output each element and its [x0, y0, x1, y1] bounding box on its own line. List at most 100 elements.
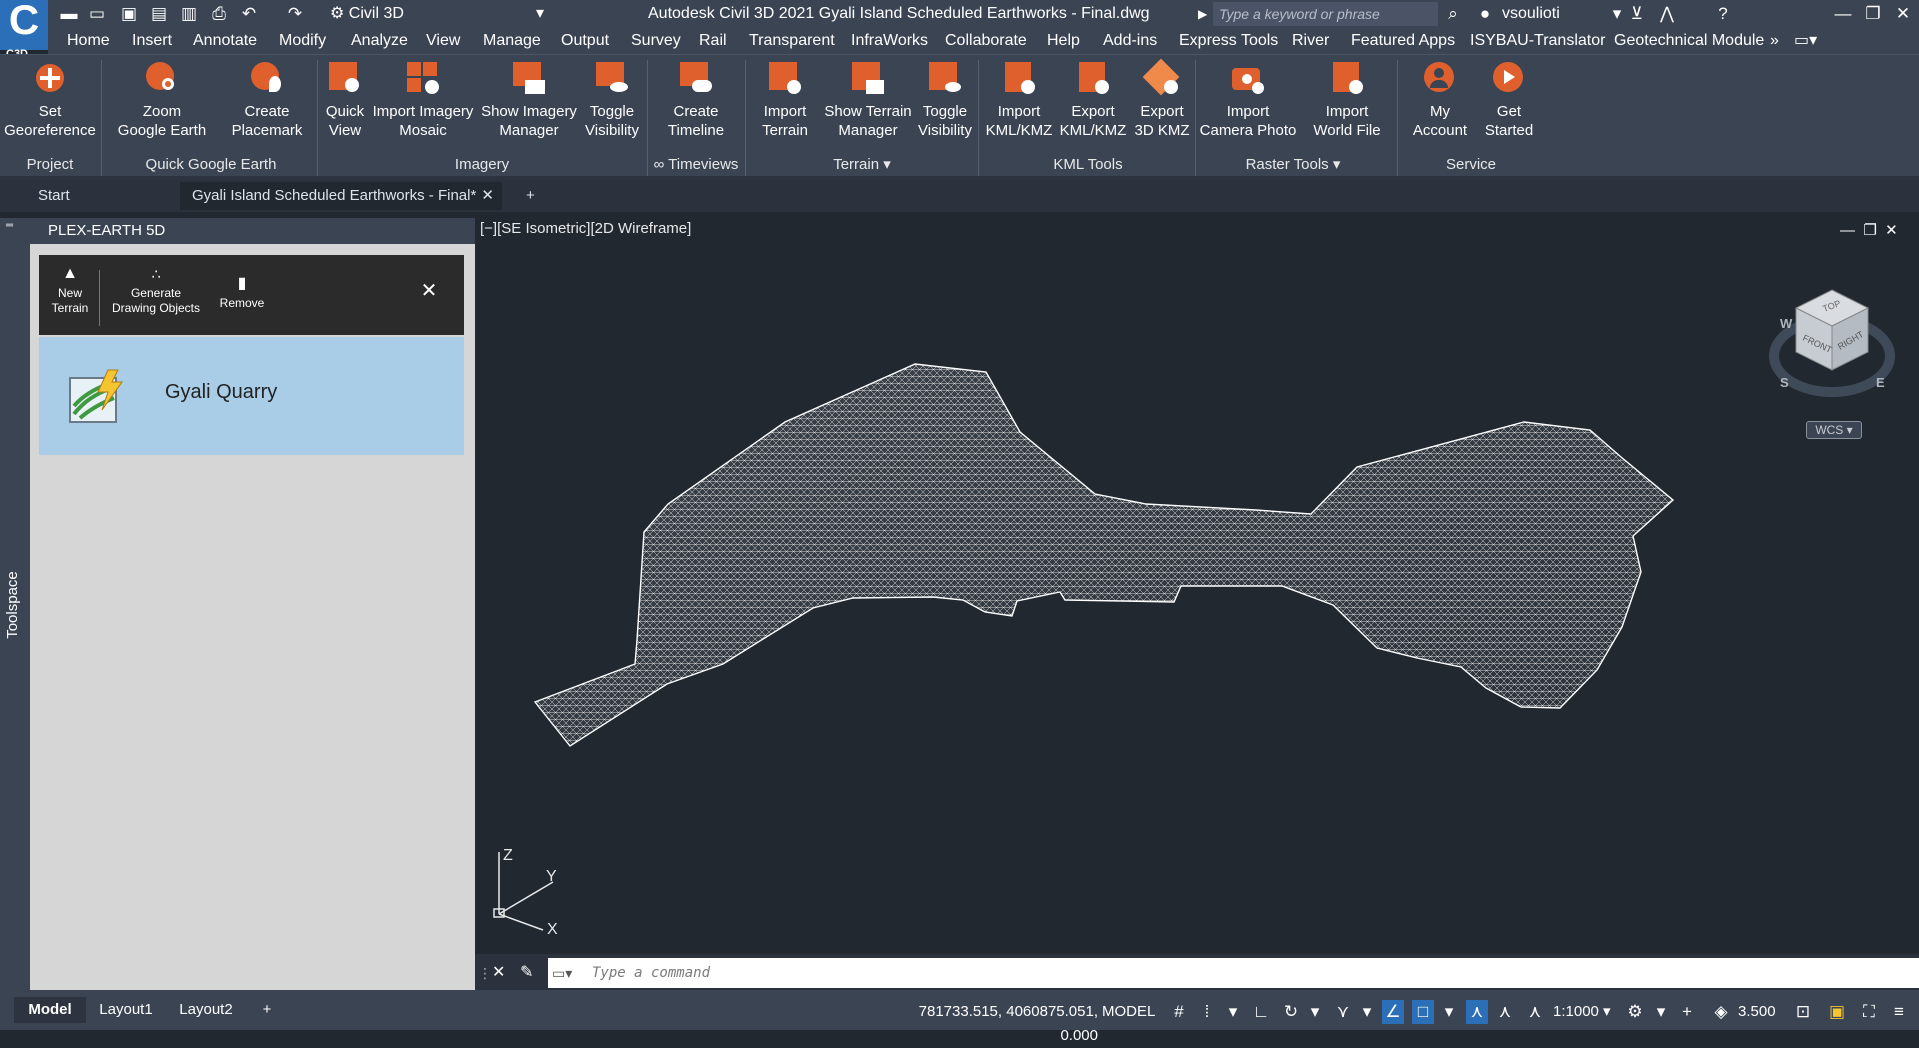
chevron-down-icon[interactable]: ▾: [1356, 1000, 1378, 1024]
show-terrain-manager-button[interactable]: Show Terrain Manager: [820, 60, 916, 148]
tab-modify[interactable]: Modify: [279, 30, 326, 52]
tab-geotechnical-module[interactable]: Geotechnical Module: [1614, 30, 1764, 52]
command-history-icon[interactable]: ▭▾: [552, 962, 588, 984]
chevron-down-icon[interactable]: ▾: [1304, 1000, 1326, 1024]
tab-add-ins[interactable]: Add-ins: [1103, 30, 1157, 52]
viewcube[interactable]: TOP FRONT RIGHT W S E: [1760, 280, 1900, 410]
cart-icon[interactable]: ⊻: [1626, 4, 1648, 24]
tab-insert[interactable]: Insert: [132, 30, 172, 52]
close-icon[interactable]: ✕: [1890, 3, 1916, 25]
chevron-right-icon[interactable]: ▶: [1198, 3, 1210, 25]
create-timeline-button[interactable]: Create Timeline: [652, 60, 740, 148]
publish-icon[interactable]: ▥: [178, 4, 200, 24]
isolate-objects-icon[interactable]: ⊡: [1792, 1000, 1814, 1024]
tab-featured-apps[interactable]: Featured Apps: [1351, 30, 1455, 52]
chevron-down-icon[interactable]: ▾: [1606, 4, 1628, 24]
toggle-terrain-visibility-button[interactable]: Toggle Visibility: [916, 60, 974, 148]
import-terrain-button[interactable]: Import Terrain: [750, 60, 820, 148]
terrain-wireframe[interactable]: Z Y X: [475, 212, 1919, 954]
new-file-icon[interactable]: ▬: [58, 4, 80, 24]
plot-icon[interactable]: ⎙: [208, 4, 230, 24]
help-icon[interactable]: ?: [1712, 4, 1734, 24]
chevron-down-icon[interactable]: ▾: [1222, 1000, 1244, 1024]
user-name[interactable]: vsoulioti: [1502, 3, 1622, 25]
compass-w-label[interactable]: W: [1780, 316, 1793, 331]
tab-output[interactable]: Output: [561, 30, 609, 52]
quick-view-button[interactable]: Quick View: [320, 60, 370, 148]
annotation-scale-value[interactable]: 3.500: [1738, 1000, 1788, 1024]
layer-icon[interactable]: ◈: [1710, 1000, 1732, 1024]
grip-icon[interactable]: ═: [6, 221, 22, 231]
new-tab-button[interactable]: +: [514, 182, 544, 210]
export-3d-kmz-button[interactable]: Export 3D KMZ: [1130, 58, 1194, 148]
show-imagery-manager-button[interactable]: Show Imagery Manager: [478, 60, 580, 148]
toolspace-label[interactable]: Toolspace: [3, 560, 23, 650]
tab-model[interactable]: Model: [14, 997, 86, 1023]
tab-annotate[interactable]: Annotate: [193, 30, 257, 52]
annotation-scale-icon[interactable]: ⋏: [1524, 1000, 1546, 1024]
tab-isybau-translator[interactable]: ISYBAU-Translator: [1470, 30, 1605, 52]
search-icon[interactable]: ⌕: [1442, 4, 1464, 24]
import-world-file-button[interactable]: Import World File: [1306, 60, 1388, 148]
close-icon[interactable]: ✕: [418, 280, 440, 302]
gear-icon[interactable]: ⚙: [1624, 1000, 1646, 1024]
tab-manage[interactable]: Manage: [483, 30, 541, 52]
close-icon[interactable]: ✕: [492, 960, 512, 986]
search-input[interactable]: Type a keyword or phrase: [1213, 2, 1438, 26]
snap-icon[interactable]: ⁞: [1196, 1000, 1218, 1024]
export-kml-button[interactable]: Export KML/KMZ: [1056, 60, 1130, 148]
grid-icon[interactable]: #: [1168, 1000, 1190, 1024]
panel-title-terrain[interactable]: Terrain ▾: [750, 155, 974, 175]
ribbon-display-icon[interactable]: ▭▾: [1794, 30, 1817, 52]
tab-document[interactable]: Gyali Island Scheduled Earthworks - Fina…: [180, 182, 502, 210]
annotation-visibility-icon[interactable]: ⋏: [1466, 1000, 1488, 1024]
tab-survey[interactable]: Survey: [631, 30, 681, 52]
tab-express-tools[interactable]: Express Tools: [1179, 30, 1278, 52]
undo-icon[interactable]: ↶: [238, 4, 260, 24]
scale-select[interactable]: 1:1000 ▾: [1553, 1000, 1613, 1024]
minimize-icon[interactable]: —: [1830, 3, 1856, 25]
toggle-imagery-visibility-button[interactable]: Toggle Visibility: [580, 60, 644, 148]
remove-button[interactable]: ▮ Remove: [212, 262, 272, 328]
tab-start[interactable]: Start: [26, 182, 176, 210]
model-space-toggle[interactable]: MODEL: [1102, 1000, 1162, 1024]
coordinates-readout[interactable]: 781733.515, 4060875.051, 0.000: [878, 1000, 1098, 1044]
tab-help[interactable]: Help: [1047, 30, 1080, 52]
grip-icon[interactable]: ⋮: [478, 960, 492, 986]
tab-transparent[interactable]: Transparent: [749, 30, 835, 52]
panel-title-raster-tools[interactable]: Raster Tools ▾: [1198, 155, 1388, 175]
chevron-down-icon[interactable]: ▾: [1438, 1000, 1460, 1024]
restore-icon[interactable]: ❐: [1860, 3, 1886, 25]
customize-icon[interactable]: ✎: [520, 960, 542, 986]
plus-icon[interactable]: +: [1676, 1000, 1698, 1024]
autodesk-account-icon[interactable]: ⋀: [1656, 4, 1678, 24]
save-icon[interactable]: ▣: [118, 4, 140, 24]
zoom-google-earth-button[interactable]: Zoom Google Earth: [110, 60, 214, 148]
add-layout-button[interactable]: +: [254, 997, 280, 1023]
import-imagery-mosaic-button[interactable]: Import Imagery Mosaic: [370, 60, 476, 148]
save-as-icon[interactable]: ▤: [148, 4, 170, 24]
app-menu-button[interactable]: CC3D: [0, 0, 48, 60]
open-file-icon[interactable]: ▭: [86, 4, 108, 24]
close-icon[interactable]: ✕: [481, 182, 494, 210]
auto-scale-icon[interactable]: ⋏: [1494, 1000, 1516, 1024]
clean-screen-icon[interactable]: ⛶: [1858, 1000, 1880, 1024]
tab-layout2[interactable]: Layout2: [170, 997, 242, 1023]
polar-icon[interactable]: ↻: [1280, 1000, 1302, 1024]
new-terrain-button[interactable]: ▲ New Terrain: [45, 262, 95, 328]
object-snap-tracking-icon[interactable]: ∠: [1382, 1000, 1404, 1024]
tab-infraworks[interactable]: InfraWorks: [851, 30, 928, 52]
isodraft-icon[interactable]: ⋎: [1332, 1000, 1354, 1024]
set-georeference-button[interactable]: Set Georeference: [4, 60, 96, 148]
import-camera-photo-button[interactable]: Import Camera Photo: [1198, 60, 1298, 148]
chevron-down-icon[interactable]: ▾: [1650, 1000, 1672, 1024]
more-tabs-icon[interactable]: »: [1770, 30, 1779, 52]
tab-view[interactable]: View: [426, 30, 460, 52]
tab-collaborate[interactable]: Collaborate: [945, 30, 1027, 52]
tab-home[interactable]: Home: [67, 30, 110, 52]
generate-drawing-objects-button[interactable]: ∴ Generate Drawing Objects: [104, 262, 208, 328]
tab-analyze[interactable]: Analyze: [351, 30, 408, 52]
create-placemark-button[interactable]: Create Placemark: [222, 60, 312, 148]
get-started-button[interactable]: Get Started: [1478, 60, 1540, 148]
ortho-icon[interactable]: ∟: [1250, 1000, 1272, 1024]
